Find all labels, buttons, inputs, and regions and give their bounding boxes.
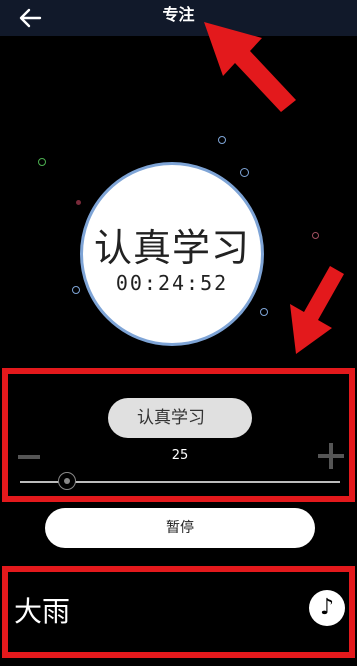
particle-dot — [240, 168, 249, 177]
decrease-duration-button[interactable] — [18, 447, 40, 467]
sound-name-label: 大雨 — [14, 595, 71, 628]
particle-dot — [72, 286, 80, 294]
task-name-chip[interactable]: 认真学习 — [108, 398, 252, 438]
annotation-arrow-icon — [290, 266, 344, 354]
particle-dot — [218, 136, 226, 144]
timer-circle: 认真学习 00:24:52 — [80, 162, 264, 346]
increase-duration-button[interactable] — [318, 443, 344, 469]
duration-slider-thumb[interactable] — [58, 472, 76, 490]
task-title: 认真学习 — [93, 226, 250, 270]
music-note-icon[interactable]: ♪ — [309, 590, 345, 626]
particle-dot — [312, 232, 319, 239]
page-title: 专注 — [162, 5, 195, 24]
particle-dot — [76, 200, 81, 205]
pause-button[interactable]: 暂停 — [45, 508, 315, 548]
particle-dot — [38, 158, 46, 166]
duration-value: 25 — [171, 448, 189, 463]
countdown-timer: 00:24:52 — [115, 271, 229, 295]
annotation-arrow-icon — [204, 22, 296, 112]
particle-dot — [260, 308, 268, 316]
